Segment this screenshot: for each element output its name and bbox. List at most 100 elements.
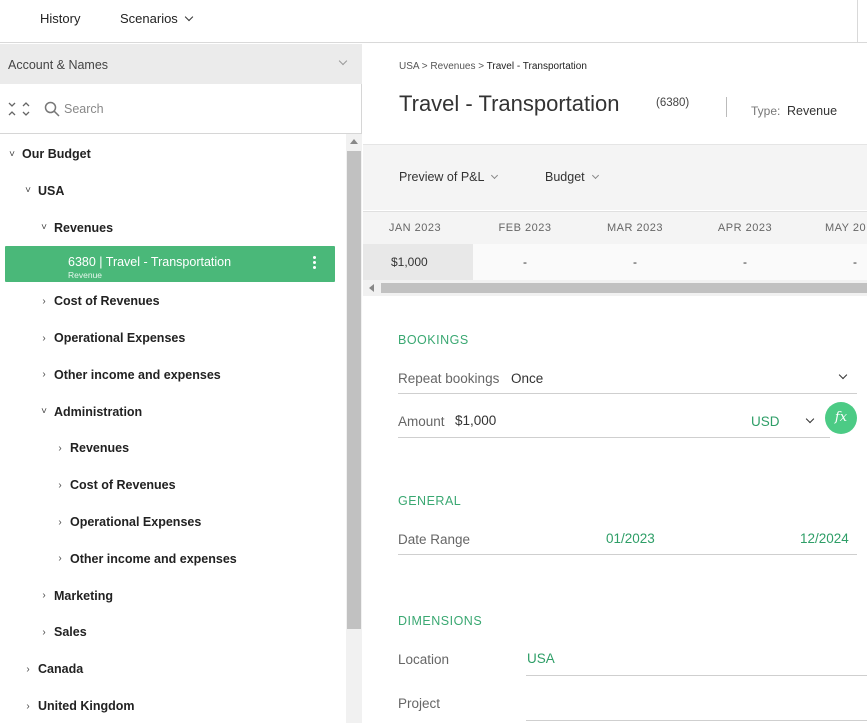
location-label: Location [398,652,450,667]
type-value: Revenue [787,104,838,118]
account-detail-panel: USA > Revenues > Travel - Transportation… [363,44,867,723]
tree-node-label: Operational Expenses [70,515,202,529]
month-value[interactable]: - [690,255,800,269]
amount-underline [398,437,830,438]
tree-node[interactable]: › Revenues [54,430,129,466]
tree-node[interactable]: › Operational Expenses [38,320,185,356]
tree-node[interactable]: › Marketing [38,578,113,614]
divider [726,97,727,117]
caret-down-icon[interactable]: ˅ [38,406,50,417]
account-tree: ˅ Our Budget ˅ USA ˅ Revenues 6380 | Travel - … [0,134,346,723]
scroll-up-arrow-icon[interactable] [350,139,358,144]
month-value[interactable]: $1,000 [360,255,470,269]
month-value[interactable]: - [470,255,580,269]
tree-node[interactable]: ˅ Administration [38,394,142,430]
tree-node-label: Sales [54,625,87,640]
account-number: (6380) [656,97,690,109]
currency-select[interactable]: USD [751,414,780,429]
grid-horizontal-scrollbar[interactable] [363,280,867,296]
month-value[interactable]: - [580,255,690,269]
project-underline [526,720,867,721]
month-header: JAN 2023 [388,222,442,234]
caret-right-icon[interactable]: › [38,590,50,601]
scroll-thumb[interactable] [347,151,361,629]
date-range-underline [398,554,857,555]
caret-right-icon[interactable]: › [22,664,34,675]
tree-node[interactable]: ˅ Our Budget [6,136,91,172]
caret-right-icon[interactable]: › [38,296,50,307]
caret-right-icon[interactable]: › [38,369,50,380]
project-label: Project [398,696,441,711]
caret-down-icon[interactable]: ˅ [22,185,34,196]
tree-node[interactable]: › Other income and expenses [54,541,237,577]
caret-right-icon[interactable]: › [54,443,66,454]
scenarios-label: Scenarios [120,11,178,26]
tree-node[interactable]: › Operational Expenses [54,504,201,540]
tree-node[interactable]: › United Kingdom [22,688,134,723]
general-section-title: GENERAL [398,494,462,508]
repeat-bookings-value[interactable]: Once [511,371,543,386]
amount-input[interactable]: $1,000 [455,413,496,428]
account-tree-panel: Account & Names ˅ Our Budget ˅ USA ˅ Revenues… [0,44,362,723]
month-value[interactable]: - [800,255,867,269]
location-value[interactable]: USA [527,651,555,666]
tree-node-label: Revenues [70,441,130,456]
formula-fx-button[interactable]: fx [825,402,857,434]
account-names-header[interactable]: Account & Names [0,44,362,84]
date-range-label: Date Range [398,532,471,547]
caret-right-icon[interactable]: › [54,517,66,528]
tree-node[interactable]: › Sales [38,614,87,650]
tree-node[interactable]: › Canada [22,651,83,687]
chevron-down-icon[interactable] [838,370,848,380]
breadcrumb-current: Travel - Transportation [486,61,587,72]
date-from[interactable]: 01/2023 [606,531,655,546]
tree-search-input[interactable] [64,98,344,120]
chevron-down-icon [591,171,599,180]
caret-right-icon[interactable]: › [54,480,66,491]
caret-right-icon[interactable]: › [22,701,34,712]
scenarios-menu[interactable]: Scenarios [120,11,194,26]
breadcrumb-item[interactable]: Revenues [430,61,475,72]
tree-node[interactable]: › Cost of Revenues [54,467,176,503]
history-tab[interactable]: History [40,11,80,26]
expand-collapse-all-icon[interactable] [8,100,32,118]
month-header-row: JAN 2023 FEB 2023 MAR 2023 APR 2023 MAY … [363,211,867,244]
caret-down-icon[interactable]: ˅ [38,222,50,233]
repeat-bookings-label: Repeat bookings [398,371,500,386]
caret-right-icon[interactable]: › [38,627,50,638]
preview-pl-dropdown[interactable]: Preview of P&L [399,170,499,184]
breadcrumb-separator: > [475,61,487,72]
tree-node-label: Marketing [54,588,114,603]
chevron-down-icon[interactable] [338,56,348,66]
tree-node-label: Cost of Revenues [54,294,160,309]
tree-node[interactable]: ˅ Revenues [38,210,113,246]
dimensions-section-title: DIMENSIONS [398,614,483,628]
tree-node-label: Other income and expenses [70,551,237,566]
tree-node[interactable]: › Other income and expenses [38,357,220,393]
budget-label: Budget [545,170,585,184]
type-label: Type: [751,104,781,118]
chevron-down-icon [491,171,499,180]
tree-node-selected[interactable]: 6380 | Travel - Transportation Revenue [5,246,335,283]
scroll-thumb[interactable] [381,283,867,293]
breadcrumb-item[interactable]: USA [399,61,419,72]
preview-pl-label: Preview of P&L [399,170,485,184]
caret-down-icon[interactable]: ˅ [6,149,18,160]
date-to[interactable]: 12/2024 [800,531,849,546]
tree-search-row [0,84,362,134]
month-values-row: $1,000 - - - - [363,244,867,280]
caret-right-icon[interactable]: › [38,333,50,344]
chevron-down-icon[interactable] [805,414,815,424]
caret-right-icon[interactable]: › [54,553,66,564]
budget-dropdown[interactable]: Budget [545,170,599,184]
account-names-title: Account & Names [8,58,109,72]
month-header: MAY 20 [825,222,867,234]
more-options-icon[interactable] [313,256,317,272]
tree-node-label: 6380 | Travel - Transportation [68,255,232,270]
scroll-left-arrow-icon[interactable] [369,284,374,292]
bookings-section-title: BOOKINGS [398,333,469,347]
tree-node[interactable]: ˅ USA [22,173,64,209]
tree-node[interactable]: › Cost of Revenues [38,283,160,319]
tree-node-label: Cost of Revenues [70,478,176,493]
month-header: MAR 2023 [607,222,663,234]
